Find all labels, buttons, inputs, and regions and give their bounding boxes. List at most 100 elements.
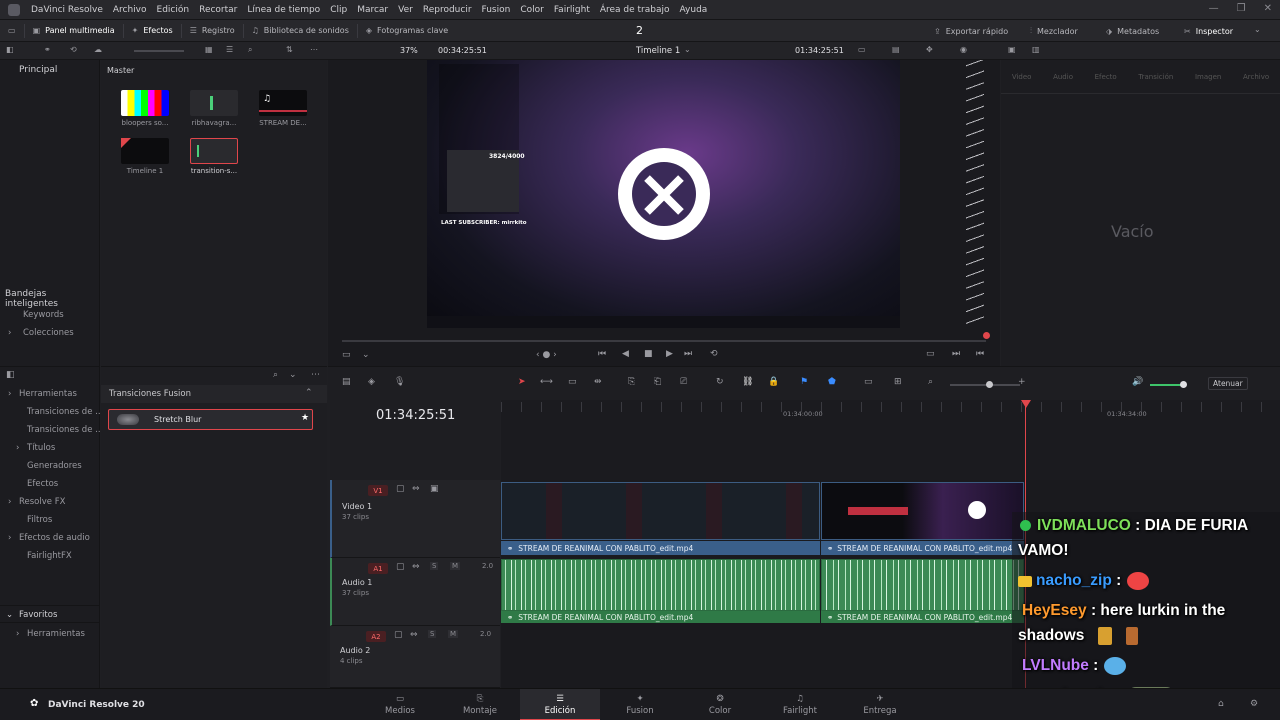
sync-icon[interactable]: ⟲: [70, 45, 77, 54]
list-view-icon[interactable]: ☰: [226, 45, 233, 54]
auto-select-icon[interactable]: ⇔: [410, 630, 418, 640]
metadata-button[interactable]: ⬗ Metadatos: [1098, 20, 1167, 42]
chevron-up-icon[interactable]: ⌃: [305, 388, 313, 398]
play-reverse-icon[interactable]: ◀: [622, 349, 629, 359]
inspector-tab-file[interactable]: Archivo: [1243, 73, 1269, 81]
inspector-tab-image[interactable]: Imagen: [1195, 73, 1221, 81]
zoom-slider[interactable]: [950, 381, 1020, 388]
playhead-handle[interactable]: [1021, 400, 1031, 408]
home-icon[interactable]: ⌂: [1218, 699, 1224, 709]
expand-icon[interactable]: ⌄: [1254, 25, 1261, 34]
keyframes-button[interactable]: ◈ Fotogramas clave: [358, 20, 456, 42]
audio-clip-1[interactable]: [501, 559, 820, 611]
diamond-icon[interactable]: ◈: [368, 377, 375, 387]
inspector-tab-audio[interactable]: Audio: [1053, 73, 1073, 81]
media-pool-button[interactable]: ▣ Panel multimedia: [25, 20, 123, 42]
track-badge-a1[interactable]: A1: [368, 563, 388, 574]
effect-item-stretch-blur[interactable]: Stretch Blur ★: [108, 409, 313, 430]
match-frame-icon[interactable]: ▭: [926, 349, 935, 359]
marker-icon[interactable]: ⬟: [828, 377, 836, 387]
clip-thumb-ribhavagra[interactable]: [190, 90, 238, 116]
zoom-detail-icon[interactable]: ⊞: [894, 377, 902, 387]
search-icon[interactable]: ⌕: [273, 370, 278, 380]
chevron-down-icon[interactable]: ⌄: [362, 350, 370, 360]
more-options-icon[interactable]: ⋯: [310, 45, 318, 54]
smart-bin-keywords[interactable]: Keywords: [23, 310, 64, 320]
chevron-down-icon[interactable]: ⌄: [684, 45, 691, 54]
jog-icon[interactable]: ‹ ● ›: [536, 350, 557, 360]
tree-fairlightfx[interactable]: FairlightFX: [27, 551, 72, 561]
page-fairlight[interactable]: ♫ Fairlight: [760, 689, 840, 720]
audio-icon[interactable]: ◉: [960, 45, 967, 54]
solo-button[interactable]: S: [430, 562, 439, 570]
clip-thumb-stream[interactable]: ♫: [259, 90, 307, 116]
link-icon[interactable]: ⚭: [44, 45, 51, 54]
audio-clip-1-label[interactable]: ⚭ STREAM DE REANIMAL CON PABLITO_edit.mp4: [501, 611, 820, 623]
effects-button[interactable]: ✦ Efectos: [124, 20, 181, 42]
page-edit[interactable]: ☰ Edición: [520, 689, 600, 720]
workspace-toggle-button[interactable]: ▭: [0, 20, 24, 42]
video-clip-2[interactable]: [821, 482, 1024, 540]
sort-icon[interactable]: ⇅: [286, 45, 293, 54]
panel-layout-icon[interactable]: ▣: [1008, 45, 1016, 54]
track-header-a1[interactable]: A1 ▢ ⇔ S M 2.0 Audio 1 37 clips: [330, 558, 500, 626]
page-cut[interactable]: ⎘ Montaje: [440, 689, 520, 720]
tree-efectos-audio[interactable]: Efectos de audio: [19, 533, 90, 543]
page-color[interactable]: ❂ Color: [680, 689, 760, 720]
track-badge-v1[interactable]: V1: [368, 485, 388, 496]
video-clip-2-label[interactable]: ⚭ STREAM DE REANIMAL CON PABLITO_edit.mp4: [821, 541, 1024, 555]
menu-archivo[interactable]: Archivo: [108, 5, 152, 15]
search-icon[interactable]: ⌕: [248, 45, 252, 55]
menu-reproducir[interactable]: Reproducir: [418, 5, 477, 15]
chevron-right-icon[interactable]: ›: [8, 328, 11, 338]
menu-fairlight[interactable]: Fairlight: [549, 5, 595, 15]
next-edit-icon[interactable]: ⏭: [952, 349, 960, 359]
favorites-herramientas[interactable]: Herramientas: [27, 629, 85, 639]
lock-icon[interactable]: ▢: [396, 484, 405, 494]
video-clip-1[interactable]: [501, 482, 820, 540]
viewer-mode-icon[interactable]: ▭: [858, 45, 866, 54]
close-icon[interactable]: ✕: [1264, 3, 1272, 14]
timeline-ruler-area[interactable]: 01:34:00:00 01:34:34:00: [501, 400, 1280, 480]
mute-button[interactable]: M: [448, 630, 459, 638]
clip-thumb-bloopers[interactable]: [121, 90, 169, 116]
tree-transiciones-1[interactable]: Transiciones de ...: [27, 407, 103, 417]
trim-icon[interactable]: ⟷: [540, 377, 553, 387]
page-fusion[interactable]: ✦ Fusion: [600, 689, 680, 720]
inspector-tab-video[interactable]: Video: [1012, 73, 1032, 81]
grid-view-icon[interactable]: ▦: [205, 45, 213, 54]
blade-icon[interactable]: ▭: [568, 377, 577, 387]
volume-slider[interactable]: [1150, 381, 1187, 388]
stop-icon[interactable]: ■: [644, 349, 653, 359]
minimize-icon[interactable]: —: [1209, 3, 1219, 14]
flag-icon[interactable]: ⚑: [800, 377, 808, 387]
pointer-icon[interactable]: ➤: [518, 377, 526, 387]
menu-recortar[interactable]: Recortar: [194, 5, 242, 15]
maximize-icon[interactable]: ❐: [1237, 3, 1246, 14]
page-deliver[interactable]: ✈ Entrega: [840, 689, 920, 720]
sound-library-button[interactable]: ♫ Biblioteca de sonidos: [244, 20, 357, 42]
tree-transiciones-2[interactable]: Transiciones de ...: [27, 425, 103, 435]
page-media[interactable]: ▭ Medios: [360, 689, 440, 720]
loop-icon[interactable]: ⟲: [710, 349, 718, 359]
menu-linea-de-tiempo[interactable]: Línea de tiempo: [242, 5, 325, 15]
crop-icon[interactable]: ▭: [342, 350, 351, 360]
menu-clip[interactable]: Clip: [325, 5, 352, 15]
smart-bin-collections[interactable]: Colecciones: [23, 328, 74, 338]
play-icon[interactable]: ▶: [666, 349, 673, 359]
track-header-v1[interactable]: V1 ▢ ⇔ ▣ Video 1 37 clips: [330, 480, 500, 558]
mixer-button[interactable]: ⫶ Mezclador: [1022, 20, 1086, 42]
layout-icon[interactable]: ▤: [342, 377, 351, 387]
tree-herramientas[interactable]: Herramientas: [19, 389, 77, 399]
tree-generadores[interactable]: Generadores: [27, 461, 82, 471]
inspector-button[interactable]: ✂ Inspector: [1176, 20, 1241, 42]
tree-resolve-fx[interactable]: Resolve FX: [19, 497, 65, 507]
auto-select-icon[interactable]: ⇔: [412, 562, 420, 572]
bin-principal[interactable]: Principal: [19, 65, 57, 75]
inspector-tab-effect[interactable]: Efecto: [1095, 73, 1117, 81]
tree-filtros[interactable]: Filtros: [27, 515, 52, 525]
lock-icon[interactable]: ▢: [394, 630, 403, 640]
transform-icon[interactable]: ✥: [926, 45, 933, 54]
more-options-icon[interactable]: ⋯: [311, 370, 320, 380]
thumb-size-slider[interactable]: [134, 50, 184, 52]
